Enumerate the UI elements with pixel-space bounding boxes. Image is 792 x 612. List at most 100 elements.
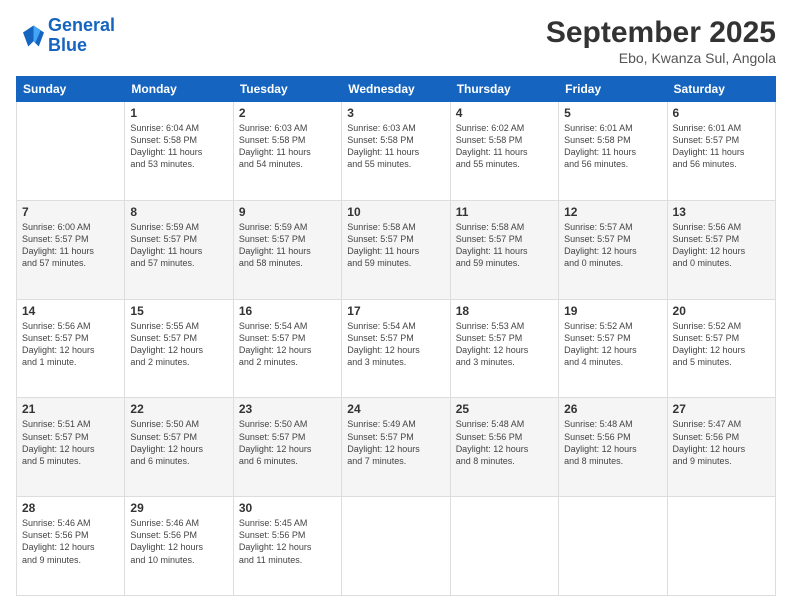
day-number: 9 (239, 205, 336, 219)
day-detail: Sunrise: 5:54 AM Sunset: 5:57 PM Dayligh… (239, 320, 336, 369)
day-number: 22 (130, 402, 227, 416)
logo-icon (16, 22, 44, 50)
day-number: 13 (673, 205, 770, 219)
day-detail: Sunrise: 5:50 AM Sunset: 5:57 PM Dayligh… (130, 418, 227, 467)
calendar-cell: 1 Sunrise: 6:04 AM Sunset: 5:58 PM Daylig… (125, 102, 233, 201)
calendar-header-monday: Monday (125, 77, 233, 102)
day-detail: Sunrise: 5:58 AM Sunset: 5:57 PM Dayligh… (347, 221, 444, 270)
calendar-cell: 20 Sunrise: 5:52 AM Sunset: 5:57 PM Dayli… (667, 299, 775, 398)
day-number: 18 (456, 304, 553, 318)
calendar-cell: 21Sunrise: 5:51 AM Sunset: 5:57 PM Dayli… (17, 398, 125, 497)
day-number: 4 (456, 106, 553, 120)
calendar-week-2: 7 Sunrise: 6:00 AM Sunset: 5:57 PM Daylig… (17, 200, 776, 299)
calendar-header-saturday: Saturday (667, 77, 775, 102)
day-detail: Sunrise: 6:03 AM Sunset: 5:58 PM Dayligh… (347, 122, 444, 171)
calendar-week-5: 28Sunrise: 5:46 AM Sunset: 5:56 PM Dayli… (17, 497, 776, 596)
day-number: 19 (564, 304, 661, 318)
day-detail: Sunrise: 5:48 AM Sunset: 5:56 PM Dayligh… (564, 418, 661, 467)
title-area: September 2025 Ebo, Kwanza Sul, Angola (546, 16, 776, 66)
day-number: 1 (130, 106, 227, 120)
calendar-cell: 22 Sunrise: 5:50 AM Sunset: 5:57 PM Dayli… (125, 398, 233, 497)
day-number: 20 (673, 304, 770, 318)
calendar-cell: 27Sunrise: 5:47 AM Sunset: 5:56 PM Dayli… (667, 398, 775, 497)
day-detail: Sunrise: 5:52 AM Sunset: 5:57 PM Dayligh… (673, 320, 770, 369)
calendar-cell (667, 497, 775, 596)
day-detail: Sunrise: 5:46 AM Sunset: 5:56 PM Dayligh… (22, 517, 119, 566)
day-number: 29 (130, 501, 227, 515)
day-detail: Sunrise: 5:52 AM Sunset: 5:57 PM Dayligh… (564, 320, 661, 369)
calendar-cell: 9 Sunrise: 5:59 AM Sunset: 5:57 PM Daylig… (233, 200, 341, 299)
day-number: 5 (564, 106, 661, 120)
day-number: 8 (130, 205, 227, 219)
day-number: 2 (239, 106, 336, 120)
day-detail: Sunrise: 5:57 AM Sunset: 5:57 PM Dayligh… (564, 221, 661, 270)
calendar-cell: 3 Sunrise: 6:03 AM Sunset: 5:58 PM Daylig… (342, 102, 450, 201)
calendar-cell: 12 Sunrise: 5:57 AM Sunset: 5:57 PM Dayli… (559, 200, 667, 299)
day-number: 23 (239, 402, 336, 416)
calendar-cell: 30Sunrise: 5:45 AM Sunset: 5:56 PM Dayli… (233, 497, 341, 596)
calendar-week-1: 1 Sunrise: 6:04 AM Sunset: 5:58 PM Daylig… (17, 102, 776, 201)
day-number: 16 (239, 304, 336, 318)
day-detail: Sunrise: 5:56 AM Sunset: 5:57 PM Dayligh… (22, 320, 119, 369)
calendar-header-tuesday: Tuesday (233, 77, 341, 102)
calendar-cell: 6Sunrise: 6:01 AM Sunset: 5:57 PM Daylig… (667, 102, 775, 201)
day-number: 25 (456, 402, 553, 416)
calendar-header-friday: Friday (559, 77, 667, 102)
calendar-cell (559, 497, 667, 596)
day-detail: Sunrise: 6:02 AM Sunset: 5:58 PM Dayligh… (456, 122, 553, 171)
calendar-header-thursday: Thursday (450, 77, 558, 102)
day-detail: Sunrise: 6:04 AM Sunset: 5:58 PM Dayligh… (130, 122, 227, 171)
day-number: 12 (564, 205, 661, 219)
calendar: SundayMondayTuesdayWednesdayThursdayFrid… (16, 76, 776, 596)
day-detail: Sunrise: 6:01 AM Sunset: 5:57 PM Dayligh… (673, 122, 770, 171)
day-detail: Sunrise: 5:56 AM Sunset: 5:57 PM Dayligh… (673, 221, 770, 270)
day-number: 15 (130, 304, 227, 318)
logo: General Blue (16, 16, 115, 56)
calendar-cell: 2Sunrise: 6:03 AM Sunset: 5:58 PM Daylig… (233, 102, 341, 201)
day-detail: Sunrise: 5:46 AM Sunset: 5:56 PM Dayligh… (130, 517, 227, 566)
calendar-week-3: 14 Sunrise: 5:56 AM Sunset: 5:57 PM Dayli… (17, 299, 776, 398)
calendar-cell: 10 Sunrise: 5:58 AM Sunset: 5:57 PM Dayli… (342, 200, 450, 299)
header: General Blue September 2025 Ebo, Kwanza … (16, 16, 776, 66)
calendar-header-sunday: Sunday (17, 77, 125, 102)
calendar-cell: 29 Sunrise: 5:46 AM Sunset: 5:56 PM Dayli… (125, 497, 233, 596)
calendar-cell: 8Sunrise: 5:59 AM Sunset: 5:57 PM Daylig… (125, 200, 233, 299)
day-detail: Sunrise: 5:47 AM Sunset: 5:56 PM Dayligh… (673, 418, 770, 467)
day-detail: Sunrise: 5:54 AM Sunset: 5:57 PM Dayligh… (347, 320, 444, 369)
logo-text: General Blue (48, 16, 115, 56)
day-number: 21 (22, 402, 119, 416)
calendar-cell: 13 Sunrise: 5:56 AM Sunset: 5:57 PM Dayli… (667, 200, 775, 299)
calendar-cell: 14 Sunrise: 5:56 AM Sunset: 5:57 PM Dayli… (17, 299, 125, 398)
day-detail: Sunrise: 5:59 AM Sunset: 5:57 PM Dayligh… (239, 221, 336, 270)
page: General Blue September 2025 Ebo, Kwanza … (0, 0, 792, 612)
calendar-cell: 18 Sunrise: 5:53 AM Sunset: 5:57 PM Dayli… (450, 299, 558, 398)
day-detail: Sunrise: 5:48 AM Sunset: 5:56 PM Dayligh… (456, 418, 553, 467)
calendar-cell: 23 Sunrise: 5:50 AM Sunset: 5:57 PM Dayli… (233, 398, 341, 497)
calendar-cell: 16 Sunrise: 5:54 AM Sunset: 5:57 PM Dayli… (233, 299, 341, 398)
day-detail: Sunrise: 6:01 AM Sunset: 5:58 PM Dayligh… (564, 122, 661, 171)
day-detail: Sunrise: 5:50 AM Sunset: 5:57 PM Dayligh… (239, 418, 336, 467)
calendar-cell: 11Sunrise: 5:58 AM Sunset: 5:57 PM Dayli… (450, 200, 558, 299)
day-number: 30 (239, 501, 336, 515)
calendar-cell: 4 Sunrise: 6:02 AM Sunset: 5:58 PM Daylig… (450, 102, 558, 201)
calendar-cell: 25 Sunrise: 5:48 AM Sunset: 5:56 PM Dayli… (450, 398, 558, 497)
calendar-header-wednesday: Wednesday (342, 77, 450, 102)
day-number: 17 (347, 304, 444, 318)
day-detail: Sunrise: 5:49 AM Sunset: 5:57 PM Dayligh… (347, 418, 444, 467)
calendar-cell: 15Sunrise: 5:55 AM Sunset: 5:57 PM Dayli… (125, 299, 233, 398)
calendar-cell: 17 Sunrise: 5:54 AM Sunset: 5:57 PM Dayli… (342, 299, 450, 398)
day-number: 10 (347, 205, 444, 219)
day-detail: Sunrise: 5:53 AM Sunset: 5:57 PM Dayligh… (456, 320, 553, 369)
subtitle: Ebo, Kwanza Sul, Angola (546, 50, 776, 66)
calendar-cell: 28Sunrise: 5:46 AM Sunset: 5:56 PM Dayli… (17, 497, 125, 596)
day-number: 3 (347, 106, 444, 120)
day-number: 24 (347, 402, 444, 416)
day-number: 11 (456, 205, 553, 219)
calendar-cell (342, 497, 450, 596)
day-number: 14 (22, 304, 119, 318)
calendar-week-4: 21Sunrise: 5:51 AM Sunset: 5:57 PM Dayli… (17, 398, 776, 497)
day-detail: Sunrise: 6:00 AM Sunset: 5:57 PM Dayligh… (22, 221, 119, 270)
calendar-cell: 24 Sunrise: 5:49 AM Sunset: 5:57 PM Dayli… (342, 398, 450, 497)
day-number: 7 (22, 205, 119, 219)
calendar-cell: 26Sunrise: 5:48 AM Sunset: 5:56 PM Dayli… (559, 398, 667, 497)
